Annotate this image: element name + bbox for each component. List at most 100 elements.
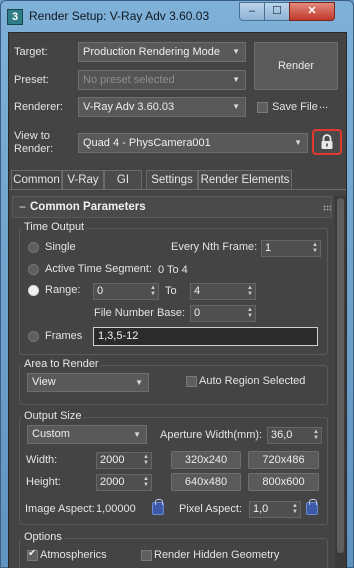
pixel-aspect-lock-icon[interactable] bbox=[306, 499, 318, 515]
renderer-value: V-Ray Adv 3.60.03 bbox=[83, 101, 175, 113]
frames-radio[interactable] bbox=[28, 331, 39, 342]
range-from-spinner[interactable]: 0 ▲ ▼ bbox=[93, 283, 159, 300]
range-label: Range: bbox=[45, 284, 81, 296]
window-title: Render Setup: V-Ray Adv 3.60.03 bbox=[29, 9, 210, 23]
atmospherics-checkbox[interactable] bbox=[27, 548, 38, 561]
spinner-arrows-icon: ▲ ▼ bbox=[292, 503, 298, 515]
options-title: Options bbox=[22, 531, 64, 543]
vertical-scrollbar[interactable] bbox=[335, 196, 346, 568]
active-time-segment-value: 0 To 4 bbox=[158, 264, 188, 276]
preset-640x480-button[interactable]: 640x480 bbox=[171, 473, 241, 491]
scrollbar-thumb[interactable] bbox=[337, 198, 344, 553]
range-from-value: 0 bbox=[97, 285, 104, 297]
width-label: Width: bbox=[26, 454, 58, 466]
active-time-segment-radio[interactable] bbox=[28, 264, 39, 275]
tab-settings[interactable]: Settings bbox=[146, 170, 198, 189]
dropdown-arrow-icon: ▼ bbox=[135, 378, 143, 387]
preset-720x486-button[interactable]: 720x486 bbox=[248, 451, 319, 469]
aperture-width-label: Aperture Width(mm): bbox=[160, 429, 263, 441]
target-value: Production Rendering Mode bbox=[83, 46, 220, 58]
dropdown-arrow-icon: ▼ bbox=[232, 102, 240, 111]
output-size-dropdown[interactable]: Custom ▼ bbox=[27, 425, 147, 444]
dropdown-arrow-icon: ▼ bbox=[232, 47, 240, 56]
view-label-line2: Render: bbox=[14, 143, 54, 155]
image-aspect-lock-icon[interactable] bbox=[152, 499, 164, 515]
lock-view-button[interactable] bbox=[312, 129, 342, 155]
grip-icon bbox=[323, 205, 331, 211]
spinner-arrows-icon: ▲ ▼ bbox=[143, 476, 149, 488]
render-setup-window: 3 Render Setup: V-Ray Adv 3.60.03 – ☐ ✕ … bbox=[0, 0, 354, 568]
time-output-title: Time Output bbox=[22, 221, 87, 233]
render-button[interactable]: Render bbox=[254, 42, 338, 90]
spinner-arrows-icon: ▲ ▼ bbox=[312, 242, 318, 254]
more-button[interactable]: ... bbox=[319, 99, 328, 111]
tab-common[interactable]: Common bbox=[11, 170, 62, 190]
frames-label: Frames bbox=[45, 330, 83, 342]
tab-divider bbox=[9, 189, 346, 190]
spinner-arrows-icon: ▲ ▼ bbox=[143, 454, 149, 466]
dropdown-arrow-icon: ▼ bbox=[133, 430, 141, 439]
collapse-icon: − bbox=[19, 200, 27, 214]
renderer-label: Renderer: bbox=[14, 101, 63, 113]
minimize-button[interactable]: – bbox=[239, 2, 265, 21]
single-radio[interactable] bbox=[28, 242, 39, 253]
aperture-width-spinner[interactable]: 36,0 ▲ ▼ bbox=[267, 427, 322, 444]
pixel-aspect-value: 1,0 bbox=[253, 503, 269, 515]
file-number-base-value: 0 bbox=[194, 307, 201, 319]
auto-region-label: Auto Region Selected bbox=[199, 375, 306, 387]
render-hidden-geometry-label: Render Hidden Geometry bbox=[154, 549, 280, 561]
rollout-title: Common Parameters bbox=[30, 201, 146, 213]
view-label-line1: View to bbox=[14, 130, 50, 142]
view-to-render-dropdown[interactable]: Quad 4 - PhysCamera001 ▼ bbox=[78, 133, 308, 153]
area-to-render-dropdown[interactable]: View ▼ bbox=[27, 373, 149, 392]
image-aspect-label: Image Aspect: bbox=[25, 503, 95, 515]
spinner-arrows-icon: ▲ ▼ bbox=[247, 307, 253, 319]
width-spinner[interactable]: 2000 ▲ ▼ bbox=[96, 452, 152, 469]
title-bar[interactable]: 3 Render Setup: V-Ray Adv 3.60.03 – ☐ ✕ bbox=[1, 1, 353, 33]
range-radio[interactable] bbox=[28, 285, 39, 296]
tab-gi[interactable]: GI bbox=[104, 170, 142, 189]
preset-dropdown[interactable]: No preset selected ▼ bbox=[78, 70, 246, 90]
file-number-base-label: File Number Base: bbox=[94, 307, 186, 319]
target-dropdown[interactable]: Production Rendering Mode ▼ bbox=[78, 42, 246, 62]
every-nth-value: 1 bbox=[265, 242, 272, 254]
aperture-width-value: 36,0 bbox=[271, 429, 293, 441]
active-time-segment-label: Active Time Segment: bbox=[45, 263, 152, 275]
pixel-aspect-spinner[interactable]: 1,0 ▲ ▼ bbox=[249, 501, 301, 518]
area-to-render-title: Area to Render bbox=[22, 358, 101, 370]
spinner-arrows-icon: ▲ ▼ bbox=[313, 429, 319, 441]
maximize-button[interactable]: ☐ bbox=[264, 2, 290, 21]
close-button[interactable]: ✕ bbox=[289, 2, 335, 21]
tab-vray[interactable]: V-Ray bbox=[62, 170, 104, 189]
save-file-checkbox[interactable] bbox=[257, 102, 268, 113]
common-parameters-rollout-header[interactable]: − Common Parameters bbox=[12, 196, 332, 218]
atmospherics-label: Atmospherics bbox=[40, 549, 107, 561]
render-hidden-geometry-checkbox[interactable] bbox=[141, 550, 152, 561]
renderer-dropdown[interactable]: V-Ray Adv 3.60.03 ▼ bbox=[78, 97, 246, 117]
preset-800x600-button[interactable]: 800x600 bbox=[248, 473, 319, 491]
tab-render-elements[interactable]: Render Elements bbox=[198, 170, 292, 189]
height-label: Height: bbox=[26, 476, 61, 488]
auto-region-checkbox[interactable] bbox=[186, 376, 197, 387]
preset-label: Preset: bbox=[14, 74, 49, 86]
range-to-spinner[interactable]: 4 ▲ ▼ bbox=[190, 283, 256, 300]
width-value: 2000 bbox=[100, 454, 125, 466]
height-spinner[interactable]: 2000 ▲ ▼ bbox=[96, 474, 152, 491]
lock-icon bbox=[321, 134, 333, 149]
range-to-value: 4 bbox=[194, 285, 201, 297]
height-value: 2000 bbox=[100, 476, 125, 488]
dropdown-arrow-icon: ▼ bbox=[294, 138, 302, 147]
output-size-title: Output Size bbox=[22, 410, 84, 422]
target-label: Target: bbox=[14, 46, 48, 58]
spinner-arrows-icon: ▲ ▼ bbox=[150, 285, 156, 297]
spinner-arrows-icon: ▲ ▼ bbox=[247, 285, 253, 297]
pixel-aspect-label: Pixel Aspect: bbox=[179, 503, 242, 515]
every-nth-frame-spinner[interactable]: 1 ▲ ▼ bbox=[261, 240, 321, 257]
preset-value: No preset selected bbox=[83, 74, 175, 86]
preset-320x240-button[interactable]: 320x240 bbox=[171, 451, 241, 469]
app-icon: 3 bbox=[7, 9, 23, 25]
frames-input[interactable]: 1,3,5-12 bbox=[93, 327, 318, 346]
file-number-base-spinner[interactable]: 0 ▲ ▼ bbox=[190, 305, 256, 322]
image-aspect-value: 1,00000 bbox=[96, 503, 136, 515]
dialog-content: Target: Production Rendering Mode ▼ Prese… bbox=[8, 32, 347, 568]
